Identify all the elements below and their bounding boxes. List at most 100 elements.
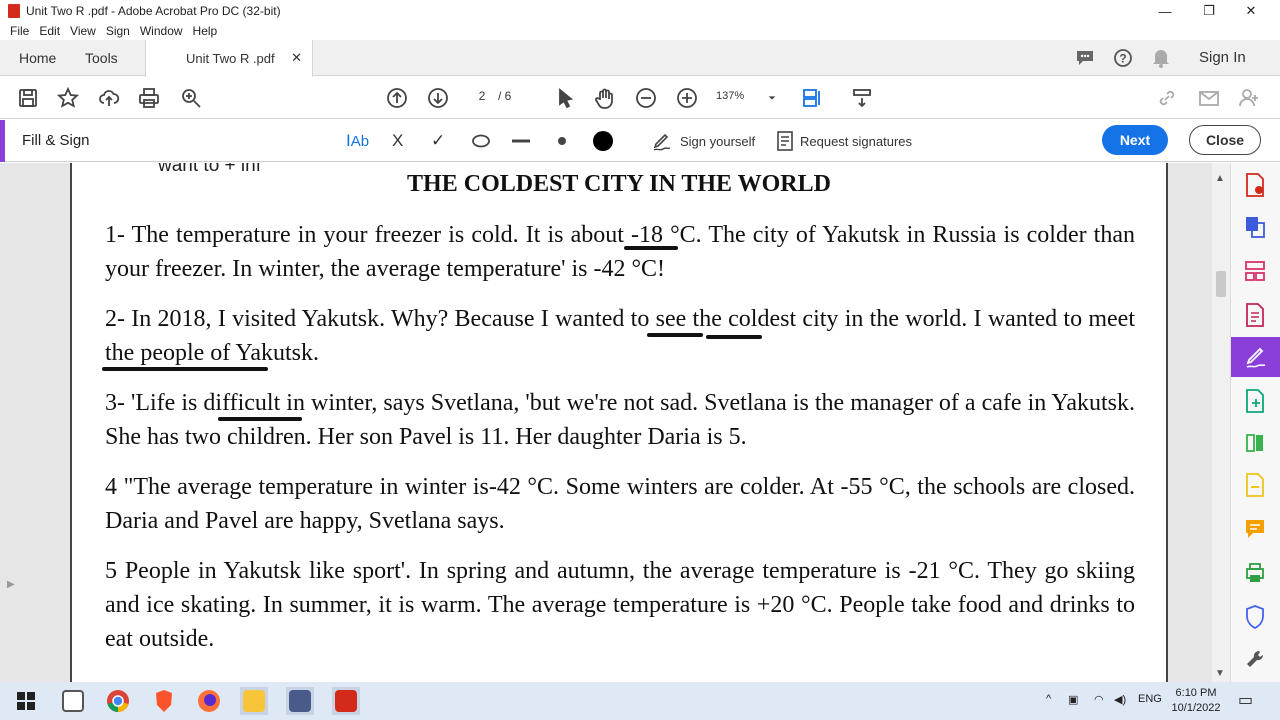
request-signatures-label: Request signatures [800,133,913,149]
scrollbar-thumb[interactable] [1216,271,1226,297]
tab-home[interactable]: Home [19,40,56,76]
save-app-icon[interactable] [286,687,314,715]
line-tool-icon[interactable] [512,130,530,152]
scan-ocr-icon[interactable] [1241,471,1269,499]
comment-tool-icon[interactable] [1241,515,1269,543]
notification-bell-icon[interactable] [1151,48,1171,68]
fill-sign-tool-icon[interactable] [1231,337,1280,377]
brave-browser-icon[interactable] [150,687,178,715]
menu-view[interactable]: View [70,24,96,38]
underline-annotation[interactable] [102,367,268,371]
clock-time: 6:10 PM [1175,687,1217,699]
tab-document[interactable]: Unit Two R .pdf ✕ [145,40,313,77]
menu-sign[interactable]: Sign [106,24,130,38]
firefox-icon[interactable] [195,687,223,715]
select-cursor-icon[interactable] [553,86,577,110]
zoom-level-select[interactable]: 137% [716,85,744,107]
volume-icon[interactable]: ◀) [1114,693,1126,706]
checkmark-tool[interactable]: ✓ [431,130,445,152]
compare-files-icon[interactable] [1241,429,1269,457]
fill-sign-accent-bar [0,120,5,162]
zoom-dropdown-chevron-icon[interactable] [766,86,778,110]
scroll-mode-icon[interactable] [850,86,874,110]
minimize-button[interactable]: — [1142,0,1188,22]
ellipse-tool-icon[interactable] [471,130,491,152]
next-button[interactable]: Next [1102,125,1168,155]
system-clock[interactable]: 6:10 PM 10/1/2022 [1168,686,1224,716]
underline-annotation[interactable] [624,246,678,250]
fill-sign-title: Fill & Sign [22,132,90,149]
comment-icon[interactable] [1075,48,1095,68]
pdf-page: want to + inf THE COLDEST CITY IN THE WO… [70,163,1168,683]
left-panel-expand-icon[interactable]: ▶ [7,579,15,590]
scroll-down-icon[interactable]: ▼ [1215,668,1225,679]
edit-pdf-icon[interactable] [1241,301,1269,329]
underline-annotation[interactable] [706,335,762,339]
print-production-icon[interactable] [1241,559,1269,587]
calendar-app-icon[interactable] [59,687,87,715]
dot-tool-icon[interactable] [557,130,567,152]
adobe-acrobat-taskbar-icon[interactable] [332,687,360,715]
add-text-tool[interactable]: I Ab [346,130,369,152]
previous-page-icon[interactable] [385,86,409,110]
menu-edit[interactable]: Edit [39,24,60,38]
bookmark-star-icon[interactable] [56,86,80,110]
sign-yourself-button[interactable]: Sign yourself [652,130,755,152]
language-indicator[interactable]: ENG [1138,693,1162,705]
help-icon[interactable]: ? [1113,48,1133,68]
clock-date: 10/1/2022 [1171,702,1221,714]
more-tools-wrench-icon[interactable] [1241,645,1269,673]
combine-files-icon[interactable] [1241,213,1269,241]
create-pdf-icon[interactable] [1241,387,1269,415]
underline-annotation[interactable] [218,417,302,421]
page-total: / 6 [498,89,512,103]
paragraph-2: 2- In 2018, I visited Yakutsk. Why? Beca… [105,306,1135,366]
cross-mark-tool[interactable]: X [392,130,403,152]
menu-window[interactable]: Window [140,24,183,38]
page-number-input[interactable]: 2 [468,85,496,107]
scroll-up-icon[interactable]: ▲ [1215,173,1225,184]
request-signatures-button[interactable]: Request signatures [776,130,912,152]
email-icon[interactable] [1197,86,1221,110]
paragraph-5: 5 People in Yakutsk like sport'. In spri… [105,558,1135,652]
next-page-icon[interactable] [426,86,450,110]
title-bar: Unit Two R .pdf - Adobe Acrobat Pro DC (… [0,0,1280,22]
document-tab-label: Unit Two R .pdf [186,51,275,66]
restore-button[interactable]: ❐ [1186,0,1232,22]
sign-in-link[interactable]: Sign In [1199,49,1246,66]
upload-cloud-icon[interactable] [97,86,121,110]
color-picker-icon[interactable] [592,130,614,152]
menu-help[interactable]: Help [193,24,218,38]
share-link-icon[interactable] [1155,86,1179,110]
close-fill-sign-button[interactable]: Close [1189,125,1261,155]
export-pdf-icon[interactable] [1241,171,1269,199]
print-icon[interactable] [137,86,161,110]
zoom-in-icon[interactable] [675,86,699,110]
close-tab-icon[interactable]: ✕ [291,50,302,66]
pen-sign-icon [653,133,671,151]
hand-tool-icon[interactable] [593,86,617,110]
vertical-scrollbar[interactable]: ▲ ▼ [1212,163,1230,683]
menu-file[interactable]: File [10,24,29,38]
tray-chevron-up-icon[interactable]: ^ [1046,693,1051,705]
search-icon[interactable] [179,86,203,110]
zoom-out-icon[interactable] [634,86,658,110]
wifi-icon[interactable]: ◠ [1094,693,1104,706]
chrome-icon[interactable] [104,687,132,715]
add-user-icon[interactable] [1237,86,1261,110]
tray-app-icon[interactable]: ▣ [1068,693,1078,706]
document-title: THE COLDEST CITY IN THE WORLD [407,171,831,197]
notification-center-icon[interactable]: ▭ [1238,690,1253,710]
file-explorer-icon[interactable] [240,687,268,715]
protect-shield-icon[interactable] [1241,603,1269,631]
tab-tools[interactable]: Tools [85,40,118,76]
save-icon[interactable] [16,86,40,110]
close-window-button[interactable]: ✕ [1228,0,1274,22]
underline-annotation[interactable] [647,333,703,337]
page-layout-icon[interactable] [799,86,823,110]
windows-start-icon[interactable] [12,687,40,715]
organize-pages-icon[interactable] [1241,257,1269,285]
sign-yourself-label: Sign yourself [680,133,756,149]
right-tools-panel [1230,163,1280,683]
document-viewport[interactable]: ▶ want to + inf THE COLDEST CITY IN THE … [0,163,1230,683]
